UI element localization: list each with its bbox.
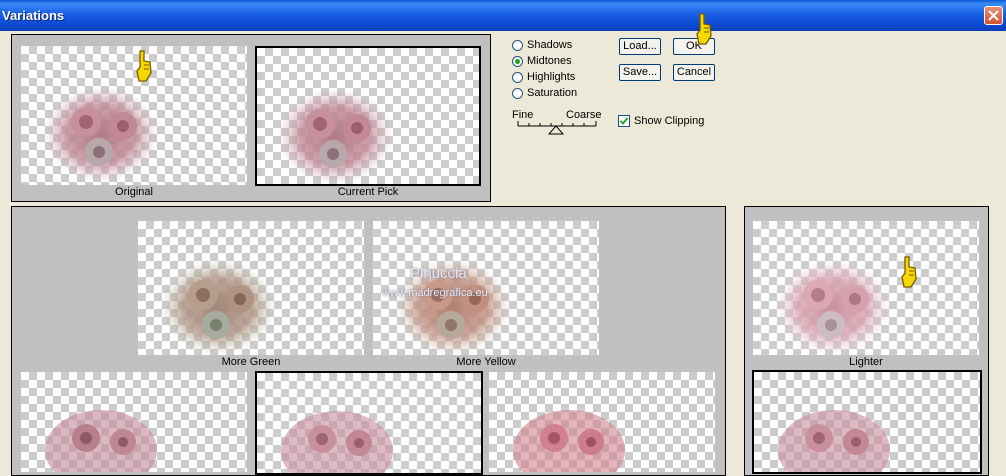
rose-image — [277, 88, 393, 184]
show-clipping-checkbox[interactable]: Show Clipping — [618, 114, 704, 128]
radio-highlights[interactable]: Highlights — [512, 70, 575, 84]
more-green-label: More Green — [221, 356, 281, 368]
rose-image — [43, 86, 159, 182]
show-clipping-label: Show Clipping — [634, 115, 705, 127]
brightness-current-thumbnail[interactable] — [752, 370, 982, 474]
slider-thumb — [547, 125, 565, 135]
variation-thumbnail-right[interactable] — [489, 372, 715, 472]
title-bar[interactable]: Variations — [0, 0, 1006, 31]
rose-image — [45, 410, 157, 472]
radio-button[interactable] — [512, 87, 523, 99]
fine-coarse-slider[interactable] — [516, 120, 600, 136]
more-green-thumbnail[interactable] — [138, 221, 364, 355]
radio-label: Saturation — [527, 87, 578, 99]
radio-label: Highlights — [527, 71, 576, 83]
radio-button[interactable] — [512, 71, 523, 83]
color-variations-panel: More Green More Yellow Pinuccia www.madr… — [11, 206, 726, 476]
rose-image — [513, 410, 625, 472]
save-button[interactable]: Save... — [619, 64, 661, 81]
lighter-thumbnail[interactable] — [753, 221, 979, 355]
cancel-button[interactable]: Cancel — [673, 64, 715, 81]
current-pick-thumbnail[interactable] — [255, 46, 481, 186]
variation-thumbnail-center[interactable] — [255, 371, 483, 475]
radio-shadows[interactable]: Shadows — [512, 38, 572, 52]
load-button[interactable]: Load... — [619, 38, 661, 55]
radio-button[interactable] — [512, 55, 523, 67]
variation-thumbnail-left[interactable] — [21, 372, 247, 472]
pointing-hand-icon — [696, 13, 712, 45]
radio-saturation[interactable]: Saturation — [512, 86, 577, 100]
radio-label: Shadows — [527, 39, 573, 51]
rose-image — [281, 411, 393, 473]
rose-image — [778, 410, 890, 472]
radio-midtones[interactable]: Midtones — [512, 54, 572, 68]
rose-image — [160, 259, 276, 355]
window-title: Variations — [2, 8, 65, 23]
lighter-label: Lighter — [849, 356, 883, 368]
brightness-panel: Lighter — [744, 206, 989, 476]
checkbox[interactable] — [618, 115, 630, 127]
pointing-hand-icon — [901, 256, 917, 288]
checkmark-icon — [619, 117, 629, 125]
more-yellow-label: More Yellow — [456, 356, 516, 368]
watermark-url: www.madregrafica.eu — [382, 287, 488, 299]
close-icon — [988, 10, 999, 21]
close-button[interactable] — [984, 6, 1003, 25]
preview-panel: Original Current Pick — [11, 34, 491, 202]
pointing-hand-icon — [136, 50, 152, 82]
rose-image — [775, 259, 891, 355]
radio-button[interactable] — [512, 39, 523, 51]
watermark-title: Pinuccia — [410, 265, 467, 282]
radio-label: Midtones — [527, 55, 572, 67]
original-label: Original — [115, 186, 153, 198]
current-pick-label: Current Pick — [337, 186, 399, 198]
